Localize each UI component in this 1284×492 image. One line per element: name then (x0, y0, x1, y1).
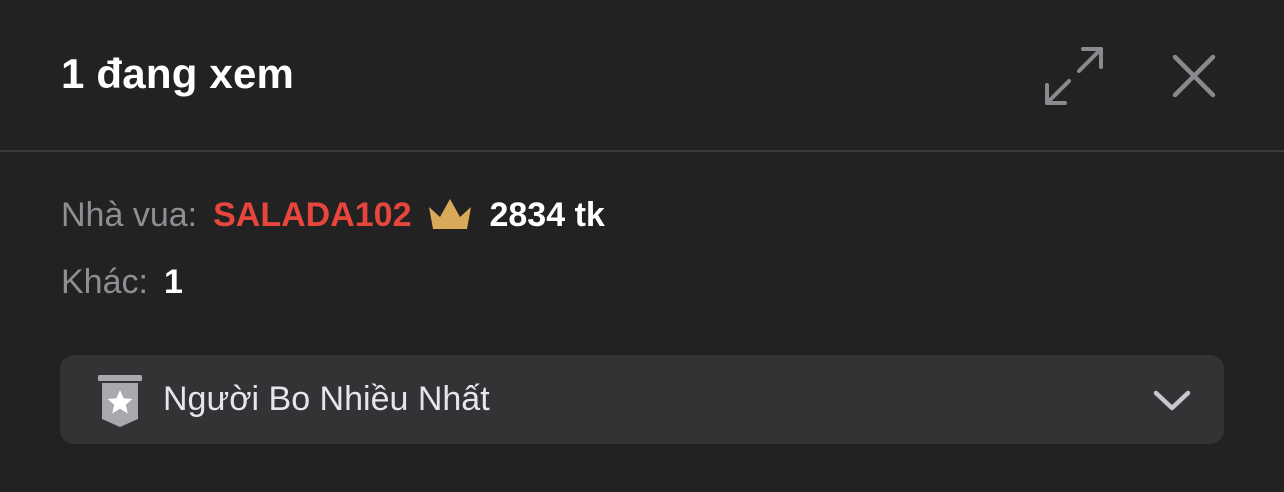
viewers-panel: 1 đang xem Nhà vua: SALADA102 2834 tk Kh… (0, 0, 1284, 492)
close-icon (1172, 54, 1216, 98)
chevron-down-icon (1153, 390, 1191, 411)
crown-icon (429, 199, 472, 229)
king-username[interactable]: SALADA102 (213, 193, 411, 237)
others-label: Khác: (61, 263, 148, 301)
expand-button[interactable] (1044, 46, 1104, 106)
king-label: Nhà vua: (61, 196, 198, 234)
others-count: 1 (163, 263, 183, 301)
star-badge-icon (98, 375, 142, 427)
others-row: Khác: 1 (61, 260, 183, 304)
header-divider (0, 150, 1284, 152)
king-row: Nhà vua: SALADA102 2834 tk (61, 193, 605, 237)
dropdown-label: Người Bo Nhiều Nhất (163, 380, 490, 418)
viewer-count-title: 1 đang xem (61, 50, 295, 97)
expand-arrows-icon (1045, 47, 1103, 105)
top-tipper-dropdown[interactable]: Người Bo Nhiều Nhất (60, 355, 1224, 444)
panel-header: 1 đang xem (0, 0, 1284, 150)
close-button[interactable] (1170, 52, 1218, 100)
king-tokens: 2834 tk (489, 196, 605, 234)
